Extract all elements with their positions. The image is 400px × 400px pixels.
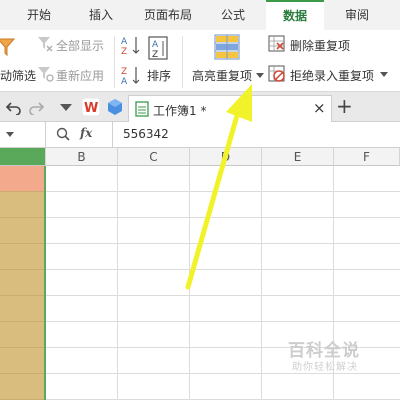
remove-duplicates-label: 删除重复项 (290, 39, 351, 53)
sort-label: 排序 (147, 69, 172, 83)
column-header-e[interactable]: E (262, 148, 334, 166)
highlight-duplicates-icon (214, 34, 240, 60)
sort-descending-button[interactable]: Z A (120, 64, 142, 87)
highlight-duplicates-label: 高亮重复项 (192, 69, 253, 83)
menu-tab-home[interactable]: 开始 (14, 0, 64, 30)
grid-cell[interactable] (0, 192, 44, 218)
show-all-button[interactable]: 全部显示 (36, 34, 110, 54)
reject-duplicates-label: 拒绝录入重复项 (290, 69, 375, 83)
reject-duplicates-icon (268, 65, 285, 82)
zoom-formula-icon[interactable] (56, 127, 70, 141)
grid-cell[interactable] (0, 244, 44, 270)
column-header-f[interactable]: F (334, 148, 400, 166)
chevron-down-icon (256, 73, 264, 78)
filter-icon (0, 38, 16, 57)
grid-cell[interactable] (0, 322, 44, 348)
chevron-down-icon (380, 72, 388, 77)
column-header-d[interactable]: D (190, 148, 262, 166)
sort-button[interactable]: A Z 排序 (144, 32, 174, 90)
name-box[interactable] (0, 122, 46, 147)
formula-bar: fx 556342 (0, 122, 400, 148)
spreadsheet-file-icon (135, 101, 149, 117)
fx-label[interactable]: fx (80, 126, 92, 140)
column-header-c[interactable]: C (118, 148, 190, 166)
svg-text:A: A (152, 40, 159, 50)
dropdown-arrow-icon[interactable] (60, 104, 72, 112)
menu-tab-data[interactable]: 数据 (266, 0, 324, 30)
formula-input[interactable]: 556342 (112, 122, 400, 147)
filter-clear-icon (38, 37, 53, 52)
ribbon-separator (182, 36, 183, 88)
cube-icon[interactable] (106, 98, 124, 116)
document-tab[interactable]: 工作簿1 * × (128, 95, 332, 122)
filter-refresh-icon (38, 67, 54, 82)
remove-duplicates-button[interactable]: 删除重复项 (268, 34, 368, 54)
document-title: 工作簿1 * (153, 104, 207, 118)
grid-cell[interactable] (0, 348, 44, 374)
reapply-button[interactable]: 重新应用 (36, 64, 110, 84)
watermark-subtitle: 助你轻松解决 (292, 362, 358, 373)
grid-cell[interactable] (0, 374, 44, 400)
menu-tab-insert[interactable]: 插入 (76, 0, 126, 30)
auto-filter-button[interactable]: 动筛选 (0, 32, 36, 90)
selected-column-cells[interactable] (0, 166, 46, 400)
grid-cell[interactable] (0, 270, 44, 296)
close-tab-icon[interactable]: × (313, 99, 326, 117)
sort-ascending-icon: A Z (121, 37, 140, 57)
reject-duplicates-button[interactable]: 拒绝录入重复项 (268, 64, 400, 84)
sort-descending-icon: Z A (121, 67, 140, 87)
redo-icon[interactable] (28, 99, 44, 115)
ribbon: 动筛选 全部显示 重新应用 A Z Z A A Z 排序 高亮重复项 删除重复项… (0, 30, 400, 92)
new-tab-icon[interactable]: + (336, 94, 353, 118)
svg-text:Z: Z (152, 50, 158, 60)
menu-tab-review[interactable]: 审阅 (330, 0, 384, 30)
grid-cell[interactable] (0, 296, 44, 322)
svg-text:Z: Z (121, 67, 127, 77)
wps-logo-icon[interactable]: W (82, 98, 100, 116)
show-all-label: 全部显示 (56, 39, 105, 53)
svg-text:W: W (84, 101, 98, 116)
svg-text:A: A (121, 77, 128, 86)
grid-cell[interactable] (0, 218, 44, 244)
menu-bar: 开始 插入 页面布局 公式 数据 审阅 (0, 0, 400, 30)
sort-ascending-button[interactable]: A Z (120, 34, 142, 57)
selected-column-header[interactable] (0, 148, 46, 166)
svg-text:Z: Z (121, 47, 127, 56)
ribbon-separator (114, 36, 115, 88)
menu-tab-formula[interactable]: 公式 (208, 0, 258, 30)
grid-cell[interactable] (0, 166, 44, 192)
sort-icon: A Z (148, 36, 168, 60)
svg-text:A: A (121, 37, 128, 47)
remove-duplicates-icon (268, 35, 285, 52)
undo-icon[interactable] (6, 99, 22, 115)
column-header-b[interactable]: B (46, 148, 118, 166)
chevron-down-icon (6, 132, 14, 137)
formula-value: 556342 (123, 127, 169, 141)
document-tab-bar: W 工作簿1 * × + (0, 92, 400, 122)
reapply-label: 重新应用 (56, 69, 105, 83)
highlight-duplicates-button[interactable]: 高亮重复项 (188, 32, 264, 90)
auto-filter-label: 动筛选 (0, 69, 37, 83)
menu-tab-page-layout[interactable]: 页面布局 (136, 0, 200, 30)
